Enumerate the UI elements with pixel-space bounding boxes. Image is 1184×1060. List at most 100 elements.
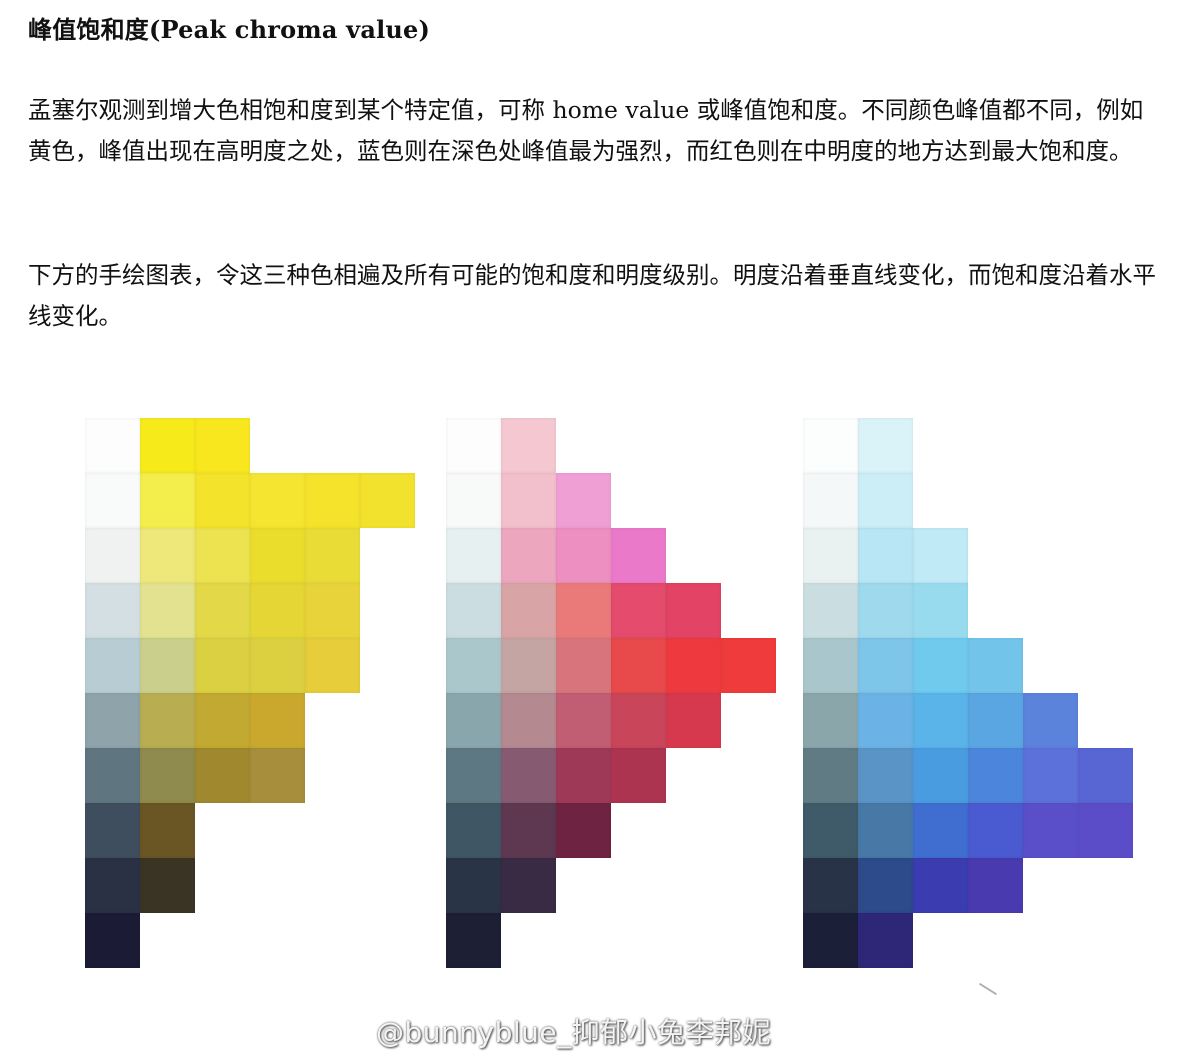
yellow-swatch bbox=[195, 803, 250, 858]
red-swatch bbox=[556, 638, 611, 693]
red-swatch bbox=[446, 748, 501, 803]
red-swatch bbox=[666, 638, 721, 693]
blue-swatch bbox=[803, 803, 858, 858]
blue-swatch bbox=[968, 638, 1023, 693]
red-swatch bbox=[501, 693, 556, 748]
yellow-swatch bbox=[195, 418, 250, 473]
blue-swatch bbox=[858, 913, 913, 968]
yellow-swatch bbox=[85, 803, 140, 858]
red-chroma-chart bbox=[446, 418, 786, 1018]
watermark: @bunnyblue_抑郁小兔李邦妮 bbox=[376, 1016, 772, 1049]
blue-swatch bbox=[1023, 803, 1078, 858]
blue-swatch bbox=[858, 748, 913, 803]
red-swatch bbox=[446, 913, 501, 968]
red-swatch bbox=[556, 803, 611, 858]
red-swatch bbox=[446, 858, 501, 913]
blue-swatch bbox=[803, 748, 858, 803]
yellow-swatch bbox=[85, 583, 140, 638]
blue-swatch bbox=[968, 693, 1023, 748]
red-swatch bbox=[446, 473, 501, 528]
yellow-swatch bbox=[140, 418, 195, 473]
blue-swatch bbox=[1023, 693, 1078, 748]
blue-swatch bbox=[913, 858, 968, 913]
red-swatch bbox=[611, 693, 666, 748]
blue-swatch bbox=[858, 583, 913, 638]
yellow-swatch bbox=[195, 748, 250, 803]
yellow-swatch bbox=[85, 638, 140, 693]
blue-swatch bbox=[968, 858, 1023, 913]
yellow-swatch bbox=[250, 638, 305, 693]
yellow-swatch bbox=[250, 583, 305, 638]
yellow-swatch bbox=[250, 528, 305, 583]
blue-swatch bbox=[858, 473, 913, 528]
red-swatch bbox=[556, 748, 611, 803]
yellow-swatch bbox=[250, 473, 305, 528]
red-swatch bbox=[666, 583, 721, 638]
blue-swatch bbox=[858, 528, 913, 583]
red-swatch bbox=[501, 528, 556, 583]
yellow-swatch bbox=[85, 858, 140, 913]
red-swatch bbox=[611, 583, 666, 638]
blue-swatch bbox=[968, 748, 1023, 803]
red-swatch bbox=[611, 638, 666, 693]
blue-swatch bbox=[803, 638, 858, 693]
yellow-swatch bbox=[305, 583, 360, 638]
yellow-swatch bbox=[140, 858, 195, 913]
yellow-swatch bbox=[195, 693, 250, 748]
blue-swatch bbox=[803, 858, 858, 913]
red-swatch bbox=[446, 418, 501, 473]
yellow-swatch bbox=[140, 583, 195, 638]
yellow-swatch bbox=[195, 638, 250, 693]
yellow-swatch bbox=[195, 473, 250, 528]
blue-swatch bbox=[913, 748, 968, 803]
blue-swatch bbox=[858, 858, 913, 913]
red-swatch bbox=[721, 638, 776, 693]
red-swatch bbox=[446, 528, 501, 583]
blue-swatch bbox=[913, 803, 968, 858]
paragraph-peak-chroma: 孟塞尔观测到增大色相饱和度到某个特定值，可称 home value 或峰值饱和度… bbox=[28, 96, 1144, 165]
red-swatch bbox=[501, 418, 556, 473]
yellow-swatch bbox=[85, 473, 140, 528]
blue-swatch bbox=[803, 693, 858, 748]
red-swatch bbox=[611, 748, 666, 803]
blue-swatch bbox=[913, 638, 968, 693]
blue-swatch bbox=[913, 693, 968, 748]
yellow-swatch bbox=[85, 418, 140, 473]
blue-swatch bbox=[1023, 748, 1078, 803]
red-swatch bbox=[446, 583, 501, 638]
red-swatch bbox=[611, 528, 666, 583]
yellow-swatch bbox=[140, 748, 195, 803]
yellow-chroma-chart bbox=[85, 418, 425, 1018]
blue-swatch bbox=[803, 528, 858, 583]
yellow-swatch bbox=[195, 528, 250, 583]
blue-swatch bbox=[968, 803, 1023, 858]
blue-swatch bbox=[803, 418, 858, 473]
red-swatch bbox=[556, 693, 611, 748]
blue-swatch bbox=[1078, 748, 1133, 803]
blue-swatch bbox=[803, 583, 858, 638]
red-swatch bbox=[501, 473, 556, 528]
red-swatch bbox=[556, 473, 611, 528]
red-swatch bbox=[556, 528, 611, 583]
blue-swatch bbox=[803, 473, 858, 528]
yellow-swatch bbox=[195, 583, 250, 638]
blue-swatch bbox=[913, 583, 968, 638]
red-swatch bbox=[446, 638, 501, 693]
yellow-swatch bbox=[140, 803, 195, 858]
red-swatch bbox=[501, 748, 556, 803]
blue-swatch bbox=[803, 913, 858, 968]
blue-swatch bbox=[913, 528, 968, 583]
blue-chroma-chart bbox=[803, 418, 1143, 1018]
yellow-swatch bbox=[250, 748, 305, 803]
red-swatch bbox=[501, 638, 556, 693]
yellow-swatch bbox=[305, 473, 360, 528]
yellow-swatch bbox=[360, 473, 415, 528]
yellow-swatch bbox=[85, 913, 140, 968]
yellow-swatch bbox=[305, 638, 360, 693]
page-heading: 峰值饱和度(Peak chroma value) bbox=[28, 15, 431, 44]
red-swatch bbox=[501, 583, 556, 638]
yellow-swatch bbox=[85, 528, 140, 583]
blue-swatch bbox=[858, 693, 913, 748]
red-swatch bbox=[666, 693, 721, 748]
red-swatch bbox=[446, 803, 501, 858]
